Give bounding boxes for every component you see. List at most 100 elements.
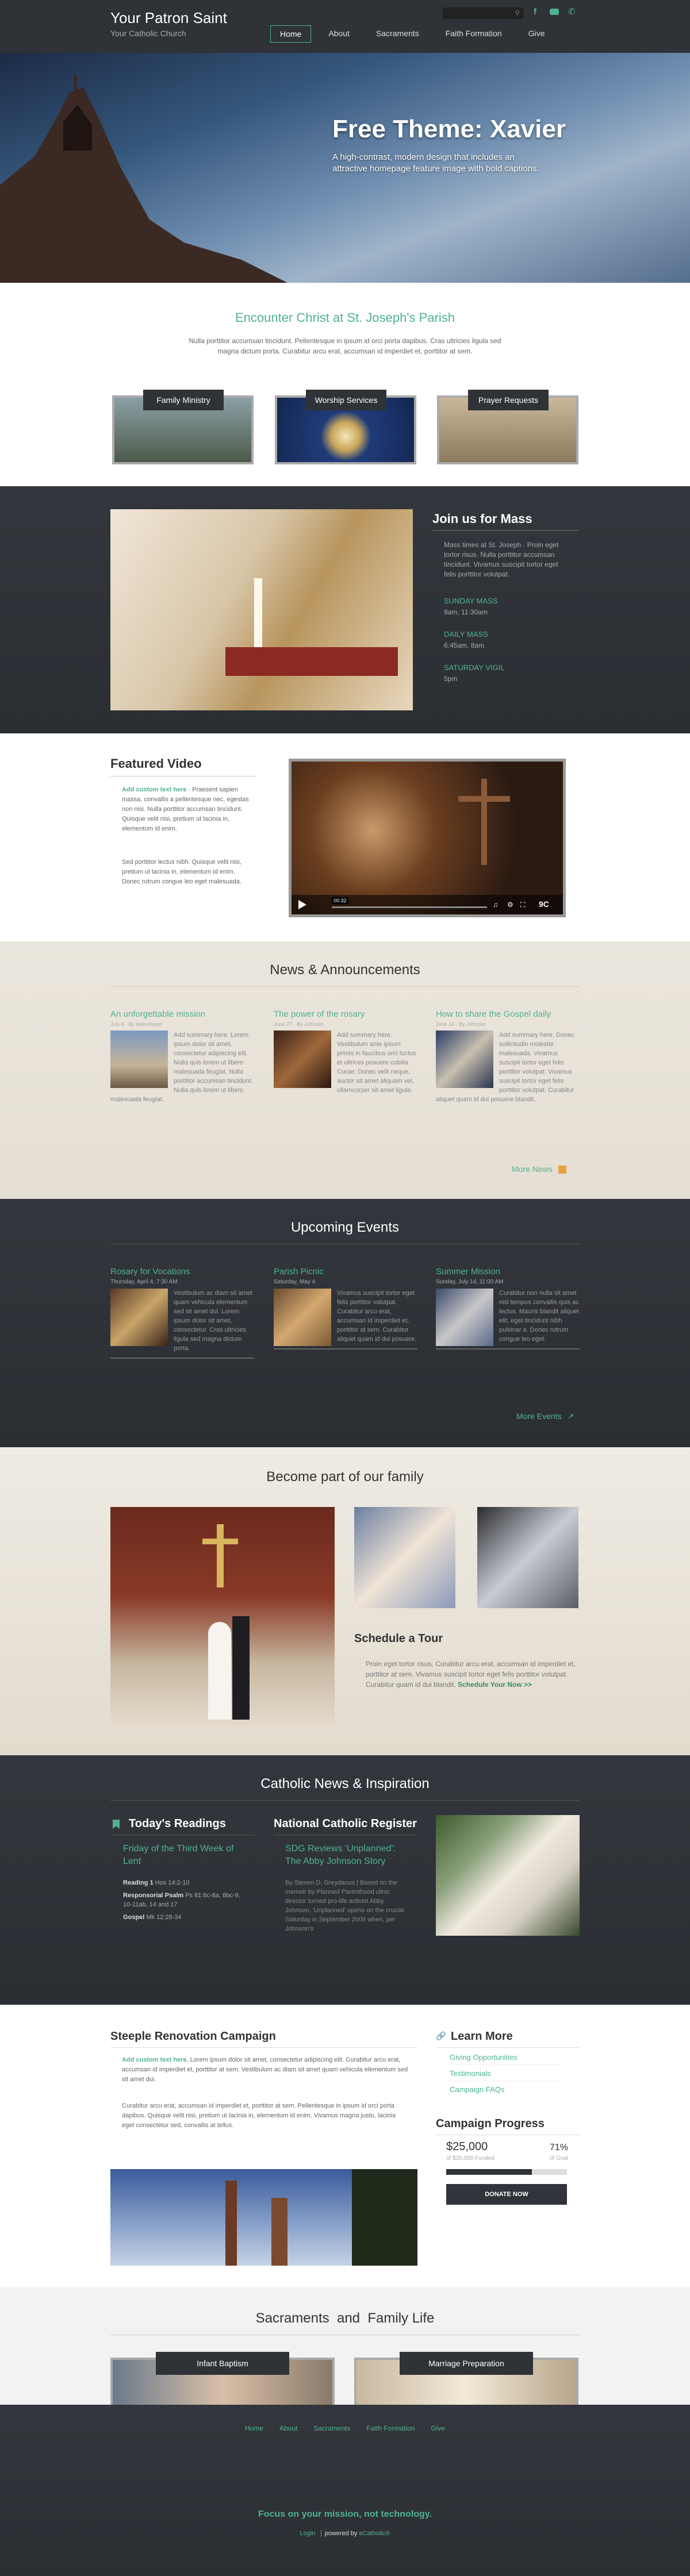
phone-icon[interactable]: ✆ bbox=[568, 6, 576, 17]
card-label: Worship Services bbox=[306, 390, 386, 410]
footer-nav-faith-formation[interactable]: Faith Formation bbox=[366, 2424, 415, 2432]
crucifix-graphic bbox=[458, 796, 510, 802]
nav-faith-formation[interactable]: Faith Formation bbox=[436, 25, 511, 43]
donate-button[interactable]: DONATE NOW bbox=[446, 2184, 567, 2205]
mass-time-label: SUNDAY MASS bbox=[444, 597, 498, 605]
news-heading: News & Announcements bbox=[270, 962, 420, 978]
mass-time-value: 9am, 11:30am bbox=[444, 608, 488, 616]
family-section: Become part of our family Schedule a Tou… bbox=[0, 1447, 690, 1755]
events-section: Upcoming Events Rosary for Vocations Thu… bbox=[0, 1199, 690, 1447]
news-item[interactable]: How to share the Gospel daily June 14 · … bbox=[436, 1009, 580, 1104]
more-events-link[interactable]: More Events ↗ bbox=[516, 1412, 574, 1421]
intro-card-family[interactable]: Family Ministry bbox=[112, 390, 254, 464]
fullscreen-icon[interactable]: ⛶ bbox=[520, 901, 525, 909]
news-item-title[interactable]: How to share the Gospel daily bbox=[436, 1009, 580, 1019]
family-baptism-image bbox=[477, 1507, 578, 1608]
footer-nav-about[interactable]: About bbox=[279, 2424, 297, 2432]
search-input[interactable]: ⚲ bbox=[443, 7, 523, 19]
reading-row: Reading 1 Hos 14:2-10 bbox=[123, 1879, 190, 1886]
mass-text: Mass times at St. Joseph · Proin eget to… bbox=[444, 541, 559, 578]
video-progress-bar[interactable] bbox=[332, 906, 487, 908]
family-wedding-image bbox=[110, 1507, 335, 1731]
main-nav: Home About Sacraments Faith Formation Gi… bbox=[270, 25, 554, 43]
mass-image bbox=[110, 509, 413, 710]
event-title[interactable]: Rosary for Vocations bbox=[110, 1267, 254, 1277]
news-item[interactable]: An unforgettable mission July 6 · By tkd… bbox=[110, 1009, 254, 1104]
divider bbox=[447, 2064, 562, 2065]
site-title[interactable]: Your Patron Saint bbox=[110, 9, 227, 27]
sacraments-section: Sacraments and Family Life Infant Baptis… bbox=[0, 2287, 690, 2405]
video-player[interactable]: 00:32 ♫ ⚙ ⛶ 9C bbox=[289, 759, 566, 917]
footer-nav-sacraments[interactable]: Sacraments bbox=[313, 2424, 350, 2432]
reading-row: Responsorial Psalm Ps 81:6c-8a, 8bc-9, 1… bbox=[123, 1892, 240, 1908]
nav-home[interactable]: Home bbox=[270, 25, 312, 43]
learn-link[interactable]: Testimonials bbox=[450, 2069, 491, 2078]
event-item[interactable]: Parish Picnic Saturday, May 4 Vivamus su… bbox=[274, 1267, 417, 1349]
learn-heading: Learn More bbox=[451, 2030, 513, 2043]
sacrament-card-marriage[interactable]: Marriage Preparation bbox=[354, 2352, 578, 2405]
campaign-text-2: Curabitur arcu erat, accumsan id imperdi… bbox=[122, 2102, 396, 2129]
news-section: News & Announcements An unforgettable mi… bbox=[0, 941, 690, 1199]
news-item[interactable]: The power of the rosary June 27 · By Joh… bbox=[274, 1009, 417, 1095]
register-heading: National Catholic Register bbox=[274, 1817, 417, 1830]
event-item[interactable]: Summer Mission Sunday, July 14, 11:00 AM… bbox=[436, 1267, 580, 1349]
ecatholic-link[interactable]: eCatholic® bbox=[359, 2530, 390, 2537]
more-news-link[interactable]: More News bbox=[512, 1164, 566, 1174]
learn-link[interactable]: Campaign FAQs bbox=[450, 2085, 504, 2094]
event-title[interactable]: Summer Mission bbox=[436, 1267, 580, 1277]
nav-about[interactable]: About bbox=[319, 25, 359, 43]
external-link-icon: ↗ bbox=[567, 1412, 574, 1421]
learn-link[interactable]: Giving Opportunities bbox=[450, 2053, 518, 2062]
settings-icon[interactable]: ⚙ bbox=[507, 901, 513, 909]
intro-card-prayer[interactable]: Prayer Requests bbox=[437, 390, 578, 464]
footer-tagline: Focus on your mission, not technology. bbox=[258, 2509, 432, 2519]
hero-subtitle: A high-contrast, modern design that incl… bbox=[332, 152, 539, 174]
tour-link[interactable]: Schedule Your Now >> bbox=[458, 1681, 532, 1689]
event-item[interactable]: Rosary for Vocations Thursday, April 4, … bbox=[110, 1267, 254, 1359]
youtube-icon[interactable] bbox=[550, 9, 559, 15]
mass-heading: Join us for Mass bbox=[432, 512, 532, 526]
news-item-title[interactable]: An unforgettable mission bbox=[110, 1009, 254, 1019]
nav-sacraments[interactable]: Sacraments bbox=[367, 25, 428, 43]
play-icon[interactable] bbox=[298, 900, 306, 909]
intro-section: Encounter Christ at St. Joseph's Parish … bbox=[0, 283, 690, 486]
video-time: 00:32 bbox=[332, 897, 348, 904]
divider bbox=[110, 1800, 580, 1801]
search-icon[interactable]: ⚲ bbox=[515, 9, 520, 17]
divider bbox=[436, 2047, 580, 2048]
card-label: Infant Baptism bbox=[156, 2352, 289, 2375]
event-image bbox=[110, 1289, 168, 1346]
progress-heading: Campaign Progress bbox=[436, 2117, 545, 2130]
nav-give[interactable]: Give bbox=[519, 25, 554, 43]
footer-nav-give[interactable]: Give bbox=[431, 2424, 445, 2432]
readings-title[interactable]: Friday of the Third Week of Lent bbox=[123, 1843, 250, 1868]
divider bbox=[436, 1348, 580, 1349]
event-title[interactable]: Parish Picnic bbox=[274, 1267, 417, 1277]
register-title[interactable]: SDG Reviews 'Unplanned': The Abby Johnso… bbox=[285, 1843, 406, 1868]
facebook-icon[interactable]: f bbox=[534, 7, 536, 17]
footer-nav-home[interactable]: Home bbox=[245, 2424, 263, 2432]
site-subtitle: Your Catholic Church bbox=[110, 29, 186, 38]
divider bbox=[110, 1358, 254, 1359]
site-footer: Home About Sacraments Faith Formation Gi… bbox=[0, 2405, 690, 2576]
video-section: Featured Video Add custom text here · Pr… bbox=[0, 733, 690, 941]
event-meta: Saturday, May 4 bbox=[274, 1279, 316, 1285]
register-text: By Steven D. Greydanus | Based on the me… bbox=[285, 1879, 404, 1932]
hero-banner: Free Theme: Xavier A high-contrast, mode… bbox=[0, 53, 690, 283]
event-image bbox=[274, 1289, 331, 1346]
news-item-meta: July 6 · By tkdeveloper bbox=[110, 1021, 163, 1027]
mass-time-value: 5pm bbox=[444, 675, 458, 683]
percent-sub: of Goal bbox=[550, 2155, 569, 2162]
video-controls: 00:32 ♫ ⚙ ⛶ 9C bbox=[292, 895, 563, 914]
login-link[interactable]: Login bbox=[300, 2530, 316, 2537]
intro-card-worship[interactable]: Worship Services bbox=[275, 390, 416, 464]
sacrament-card-baptism[interactable]: Infant Baptism bbox=[110, 2352, 335, 2405]
family-heading: Become part of our family bbox=[266, 1469, 424, 1485]
video-text-2: Sed porttitor lectus nibh. Quisque velit… bbox=[122, 859, 241, 885]
volume-icon[interactable]: ♫ bbox=[493, 901, 498, 909]
news-item-image bbox=[110, 1031, 168, 1088]
rss-icon bbox=[558, 1166, 566, 1174]
news-item-title[interactable]: The power of the rosary bbox=[274, 1009, 417, 1019]
hero-church-image bbox=[0, 75, 288, 283]
tour-heading: Schedule a Tour bbox=[354, 1632, 443, 1645]
